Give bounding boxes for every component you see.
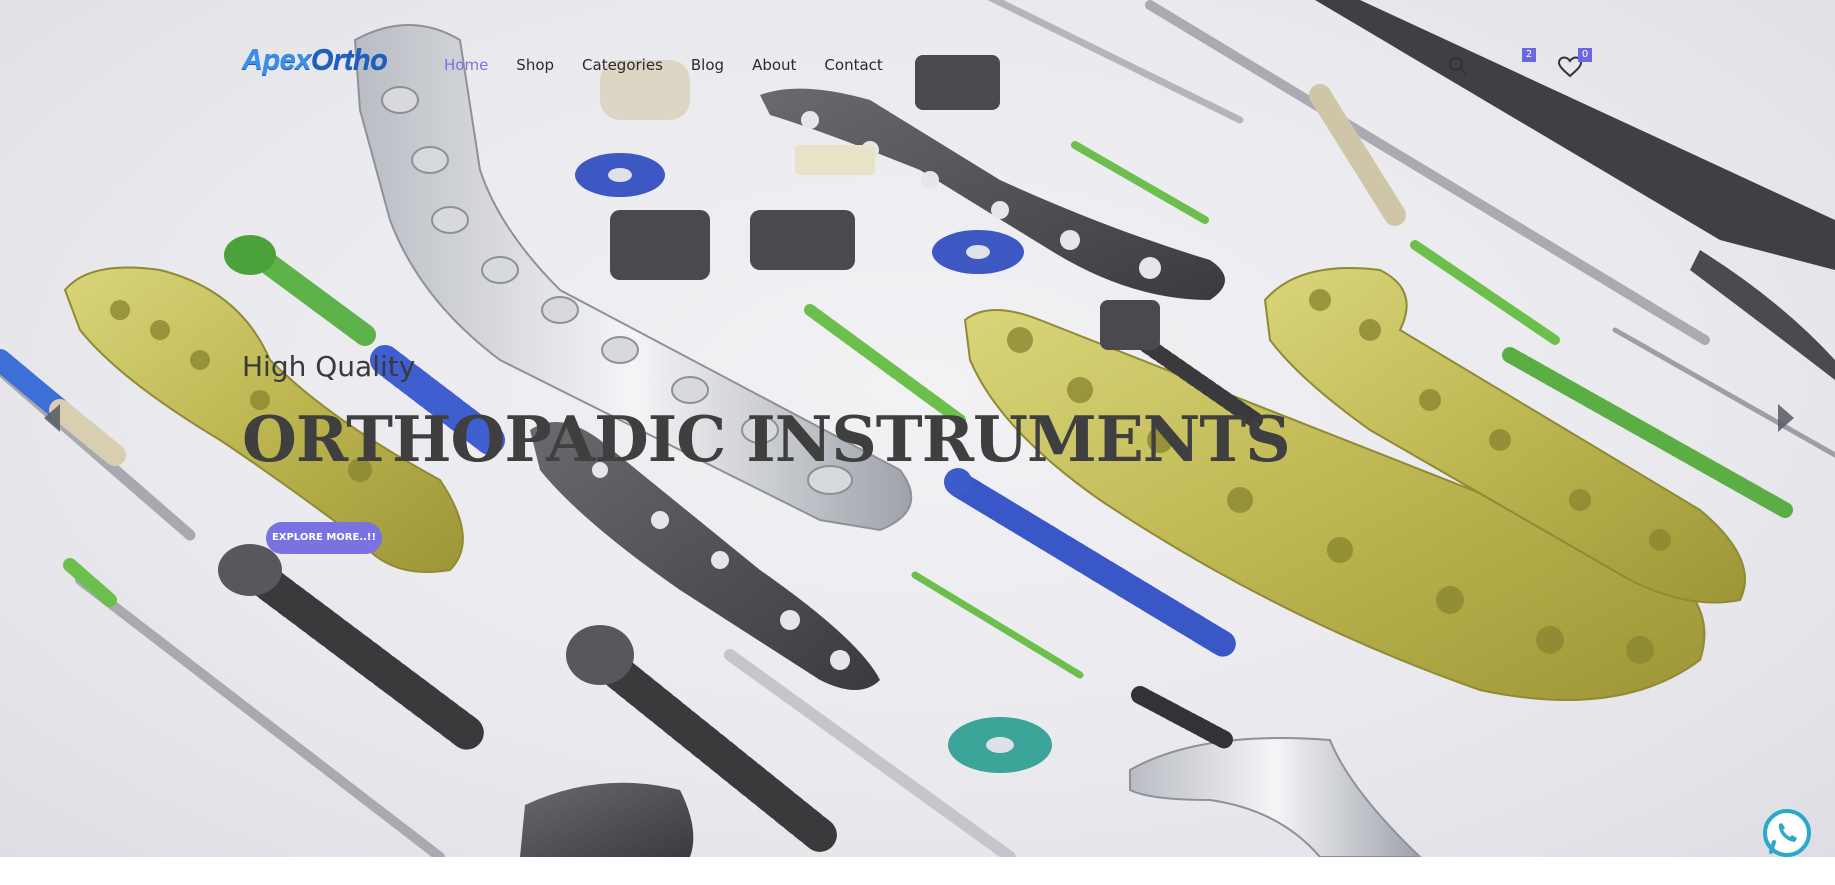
- nav-item-shop[interactable]: Shop: [516, 56, 554, 74]
- explore-more-button[interactable]: EXPLORE MORE..!!: [266, 522, 382, 554]
- nav-item-contact[interactable]: Contact: [824, 56, 882, 74]
- cart-icon[interactable]: 2: [1508, 48, 1536, 82]
- main-nav: Home Shop Categories Blog About Contact: [444, 56, 883, 74]
- nav-item-blog[interactable]: Blog: [691, 56, 724, 74]
- nav-item-about[interactable]: About: [752, 56, 796, 74]
- hero-slider: ApexOrtho Home Shop Categories Blog Abou…: [0, 0, 1835, 857]
- chevron-right-icon[interactable]: [1778, 404, 1794, 432]
- nav-item-categories[interactable]: Categories: [582, 56, 663, 74]
- hero-subtitle: High Quality: [242, 350, 416, 383]
- nav-item-home[interactable]: Home: [444, 56, 488, 74]
- search-icon[interactable]: [1448, 56, 1468, 80]
- whatsapp-icon[interactable]: [1762, 808, 1812, 857]
- page-bottom-strip: [0, 857, 1835, 885]
- wishlist-count-badge: 0: [1578, 48, 1592, 62]
- logo-text-apex: Apex: [242, 44, 311, 76]
- heart-icon[interactable]: 0: [1557, 48, 1592, 82]
- hero-title: ORTHOPADIC INSTRUMENTS: [242, 402, 1291, 476]
- logo-text-ortho: Ortho: [310, 44, 388, 76]
- chevron-left-icon[interactable]: [44, 404, 60, 432]
- cart-count-badge: 2: [1522, 48, 1536, 62]
- site-logo[interactable]: ApexOrtho: [242, 44, 388, 77]
